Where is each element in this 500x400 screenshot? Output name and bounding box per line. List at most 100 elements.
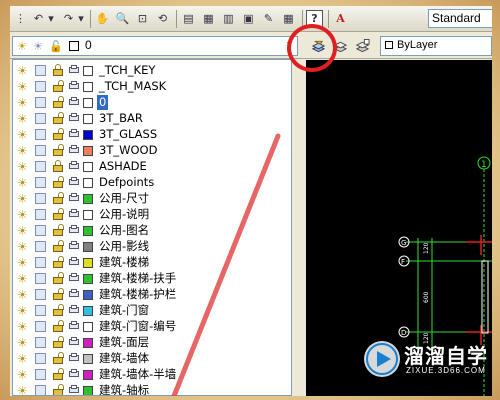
plot-icon[interactable] [69,385,79,395]
plot-icon[interactable] [69,145,79,155]
tool-palettes-icon[interactable]: ▥ [220,10,237,27]
freeze-icon[interactable] [35,65,46,76]
color-swatch[interactable] [83,82,93,92]
plot-icon[interactable] [69,113,79,123]
freeze-icon[interactable] [35,113,46,124]
plot-icon[interactable] [69,161,79,171]
sun-icon[interactable]: ☀ [17,288,28,302]
freeze-icon[interactable] [35,337,46,348]
color-swatch[interactable] [83,386,93,395]
freeze-icon[interactable] [35,321,46,332]
lock-icon[interactable] [53,160,63,172]
freeze-icon[interactable] [35,81,46,92]
plot-icon[interactable] [69,241,79,251]
sun-icon[interactable]: ☀ [17,272,28,286]
sun-icon[interactable]: ☀ [17,320,28,334]
color-swatch[interactable] [83,130,93,140]
properties-icon[interactable]: ▤ [180,10,197,27]
layer-row[interactable]: ☀ _TCH_MASK [13,79,291,95]
sun-icon[interactable]: ☀ [17,304,28,318]
plot-icon[interactable] [69,129,79,139]
sun-icon[interactable]: ☀ [17,224,28,238]
lock-icon[interactable] [53,224,64,236]
color-swatch[interactable] [83,290,93,300]
text-style-combo[interactable]: Standard [428,9,492,28]
sun-icon[interactable]: ☀ [17,192,28,206]
freeze-icon[interactable] [35,161,46,172]
lock-icon[interactable] [53,320,64,332]
color-swatch[interactable] [83,162,93,172]
lock-icon[interactable] [53,192,64,204]
lock-icon[interactable] [53,128,64,140]
lock-icon[interactable] [53,64,63,76]
plot-icon[interactable] [69,289,79,299]
plot-icon[interactable] [69,257,79,267]
zoom-previous-icon[interactable]: ⟲ [154,10,171,27]
sun-icon[interactable]: ☀ [17,368,28,382]
plot-icon[interactable] [69,97,79,107]
zoom-realtime-icon[interactable]: 🔍 [114,10,131,27]
sun-icon[interactable]: ☀ [17,336,28,350]
lock-icon[interactable] [53,208,64,220]
plot-icon[interactable] [69,81,79,91]
pan-icon[interactable]: ✋ [94,10,111,27]
plot-icon[interactable] [69,177,79,187]
layer-row[interactable]: ☀ _TCH_KEY [13,63,291,79]
freeze-icon[interactable] [35,193,46,204]
sheet-set-icon[interactable]: ▣ [240,10,257,27]
sun-icon[interactable]: ☀ [17,160,28,174]
freeze-icon[interactable] [35,305,46,316]
lock-icon[interactable] [53,272,64,284]
color-swatch[interactable] [83,306,93,316]
lock-icon[interactable] [53,144,64,156]
text-style-icon[interactable]: A [332,10,349,27]
sun-icon[interactable]: ☀ [17,80,28,94]
sun-icon[interactable]: ☀ [17,352,28,366]
zoom-window-icon[interactable]: ⊡ [134,10,151,27]
freeze-icon[interactable] [35,209,46,220]
plot-icon[interactable] [69,225,79,235]
color-swatch[interactable] [83,354,93,364]
color-swatch[interactable] [83,146,93,156]
calculator-icon[interactable]: ▦ [280,10,297,27]
color-swatch[interactable] [83,210,93,220]
freeze-icon[interactable] [35,385,46,395]
freeze-icon[interactable] [35,369,46,380]
undo-dropdown-icon[interactable]: ▾ [46,10,56,27]
lock-icon[interactable] [53,176,64,188]
color-swatch[interactable] [83,98,93,108]
markup-icon[interactable]: ✎ [260,10,277,27]
layer-row[interactable]: ☀ 0 [13,95,291,111]
freeze-icon[interactable] [35,289,46,300]
color-swatch[interactable] [83,370,93,380]
lock-icon[interactable] [53,80,64,92]
plot-icon[interactable] [69,369,79,379]
layer-states-icon[interactable] [354,37,371,54]
color-swatch[interactable] [83,178,93,188]
color-combo[interactable]: ByLayer [380,36,492,56]
plot-icon[interactable] [69,337,79,347]
plot-icon[interactable] [69,305,79,315]
freeze-icon[interactable] [35,241,46,252]
lock-icon[interactable] [53,240,64,252]
plot-icon[interactable] [69,65,79,75]
color-swatch[interactable] [83,114,93,124]
freeze-icon[interactable] [35,177,46,188]
plot-icon[interactable] [69,209,79,219]
color-swatch[interactable] [83,322,93,332]
color-swatch[interactable] [83,66,93,76]
lock-icon[interactable] [53,112,64,124]
sun-icon[interactable]: ☀ [17,256,28,270]
undo-icon[interactable]: ↶ [30,10,47,27]
sun-icon[interactable]: ☀ [17,208,28,222]
sun-icon[interactable]: ☀ [17,112,28,126]
sun-icon[interactable]: ☀ [17,64,28,78]
lock-icon[interactable] [53,288,64,300]
color-swatch[interactable] [83,226,93,236]
plot-icon[interactable] [69,353,79,363]
sun-icon[interactable]: ☀ [17,176,28,190]
freeze-icon[interactable] [35,225,46,236]
layer-combo[interactable]: ☀ ☀ 🔓 0 ▾ [12,36,298,56]
lock-icon[interactable] [53,368,64,380]
sun-icon[interactable]: ☀ [17,144,28,158]
